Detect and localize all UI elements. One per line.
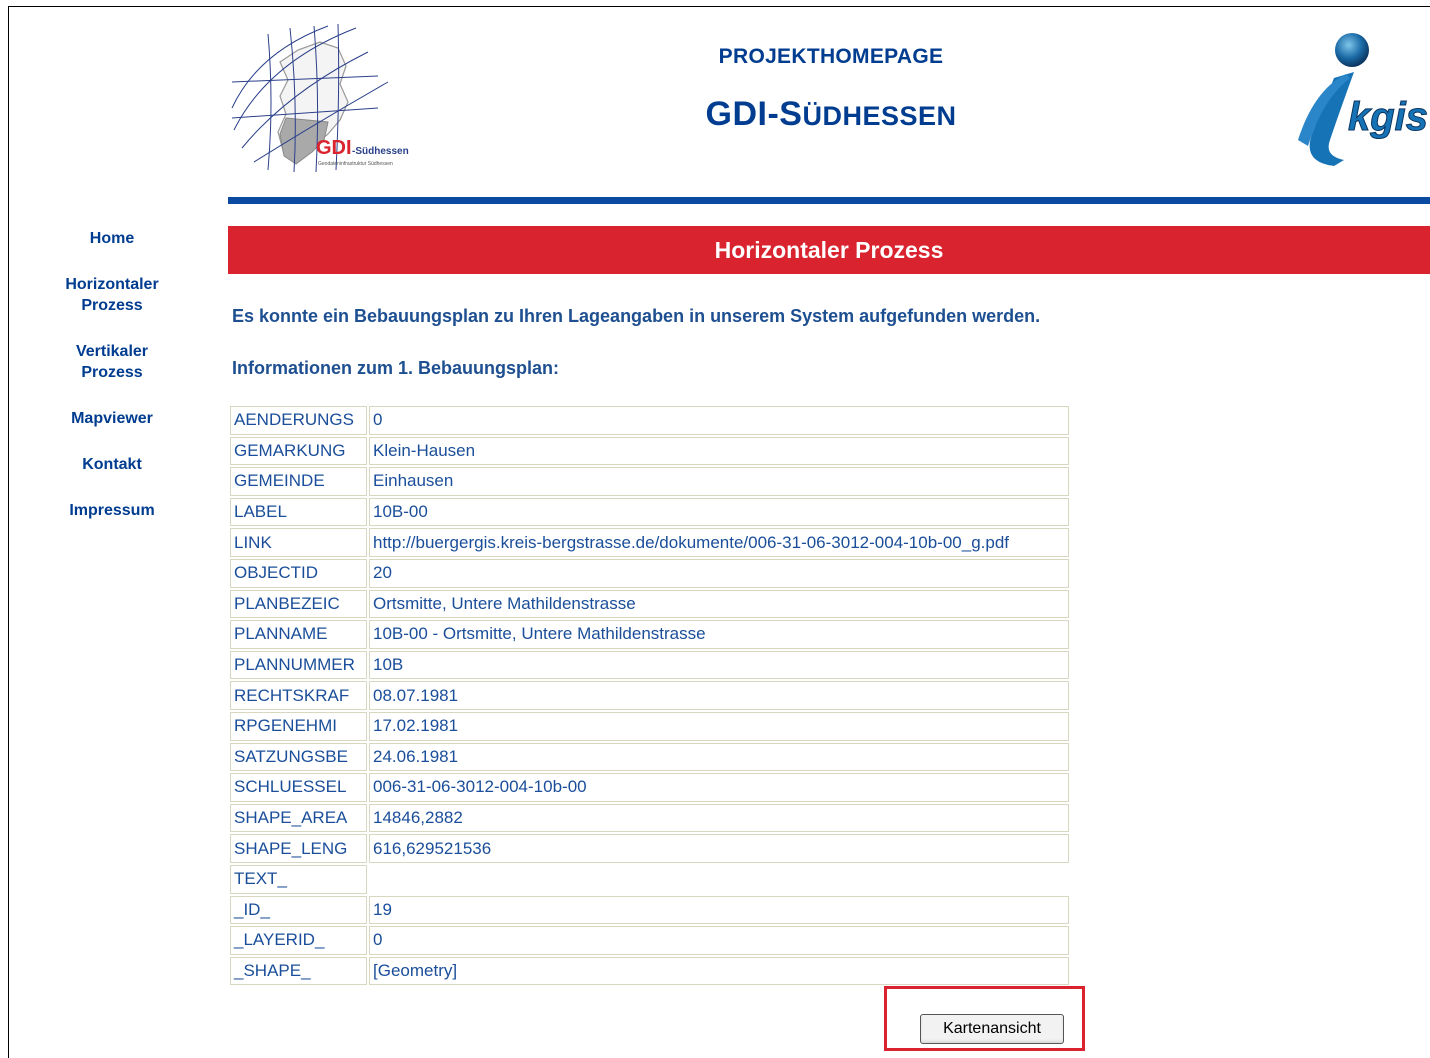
- table-row: _ID_ 19: [230, 895, 1069, 925]
- logo-tagline: Geodateninfrastruktur Südhessen: [318, 161, 393, 167]
- attribute-key: GEMEINDE: [230, 467, 367, 496]
- logo-suedhessen-text: -Südhessen: [352, 146, 409, 157]
- attribute-key: OBJECTID: [230, 558, 367, 588]
- attribute-value: 20: [369, 558, 1069, 588]
- nav-item-label: Home: [89, 230, 135, 247]
- logo-kgis-text: kgis: [1348, 95, 1428, 139]
- section-title: Horizontaler Prozess: [714, 236, 944, 263]
- attribute-value: 10B-00: [369, 497, 1069, 527]
- attribute-key: PLANNAME: [230, 620, 367, 649]
- table-row: PLANNAME 10B-00 - Ortsmitte, Untere Mathi…: [230, 620, 1069, 649]
- header-divider: [228, 197, 1430, 204]
- sidebar-nav: Home Horizontaler Prozess Vertikaler Pro…: [46, 228, 178, 546]
- table-row: TEXT_: [230, 864, 1069, 894]
- gdi-suedhessen-logo: GDI -Südhessen Geodateninfrastruktur Süd…: [228, 22, 434, 173]
- table-row: PLANBEZEIC Ortsmitte, Untere Mathildenstr…: [230, 589, 1069, 619]
- table-row: AENDERUNGS 0: [230, 406, 1069, 435]
- attribute-key: _SHAPE_: [230, 956, 367, 986]
- attribute-value: 10B: [369, 650, 1069, 680]
- attribute-key: SATZUNGSBE: [230, 742, 367, 772]
- table-row: SHAPE_AREA 14846,2882: [230, 803, 1069, 833]
- table-row: SHAPE_LENG 616,629521536: [230, 834, 1069, 863]
- table-row: OBJECTID 20: [230, 558, 1069, 588]
- attribute-value: 17.02.1981: [369, 711, 1069, 741]
- attribute-value: [369, 865, 1069, 894]
- nav-item-label: Kontakt: [82, 456, 142, 473]
- attribute-key: SHAPE_AREA: [230, 803, 367, 833]
- attribute-value: http://buergergis.kreis-bergstrasse.de/d…: [369, 528, 1069, 557]
- attribute-key: RPGENEHMI: [230, 711, 367, 741]
- attribute-key: TEXT_: [230, 864, 367, 894]
- attribute-key: PLANBEZEIC: [230, 589, 367, 619]
- nav-item-label: Impressum: [69, 502, 155, 519]
- table-row: _LAYERID_ 0: [230, 926, 1069, 955]
- attribute-value: Klein-Hausen: [369, 436, 1069, 466]
- table-row: GEMARKUNG Klein-Hausen: [230, 436, 1069, 466]
- table-row: RPGENEHMI 17.02.1981: [230, 711, 1069, 741]
- attribute-key: LABEL: [230, 497, 367, 527]
- result-message: Es konnte ein Bebauungsplan zu Ihren Lag…: [232, 306, 1041, 326]
- table-row: GEMEINDE Einhausen: [230, 467, 1069, 496]
- nav-item-label: Mapviewer: [71, 410, 153, 427]
- attribute-value: 10B-00 - Ortsmitte, Untere Mathildenstra…: [369, 620, 1069, 649]
- page-frame-top: [8, 6, 1430, 7]
- ikgis-logo: kgis: [1294, 30, 1430, 170]
- attribute-value: 19: [369, 895, 1069, 925]
- header-title-main: GDI-S: [705, 95, 803, 133]
- header-title: GDI-SÜDHESSEN: [600, 95, 1062, 134]
- nav-item-home[interactable]: Home: [46, 228, 178, 249]
- attribute-key: SCHLUESSEL: [230, 773, 367, 802]
- table-row: LINK http://buergergis.kreis-bergstrasse.…: [230, 528, 1069, 557]
- attribute-table: AENDERUNGS 0 GEMARKUNG Klein-Hausen GEMEINDE…: [228, 404, 1071, 987]
- attribute-value: 616,629521536: [369, 834, 1069, 863]
- page-frame-left: [8, 6, 9, 1058]
- globe-icon: [1335, 33, 1369, 67]
- attribute-value: 24.06.1981: [369, 742, 1069, 772]
- attribute-key: _LAYERID_: [230, 926, 367, 955]
- nav-item-horizontaler-prozess[interactable]: Horizontaler Prozess: [46, 274, 178, 316]
- attribute-key: LINK: [230, 528, 367, 557]
- nav-item-vertikaler-prozess[interactable]: Vertikaler Prozess: [46, 341, 178, 383]
- kartenansicht-button[interactable]: Kartenansicht: [920, 1014, 1064, 1044]
- table-row: PLANNUMMER 10B: [230, 650, 1069, 680]
- nav-item-label: Prozess: [81, 297, 143, 314]
- table-row: SCHLUESSEL 006-31-06-3012-004-10b-00: [230, 773, 1069, 802]
- attribute-key: GEMARKUNG: [230, 436, 367, 466]
- table-row: LABEL 10B-00: [230, 497, 1069, 527]
- attribute-value: 0: [369, 406, 1069, 435]
- attribute-key: SHAPE_LENG: [230, 834, 367, 863]
- attribute-value: Ortsmitte, Untere Mathildenstrasse: [369, 589, 1069, 619]
- nav-item-label: Horizontaler: [65, 276, 159, 293]
- attribute-value: 0: [369, 926, 1069, 955]
- header: PROJEKTHOMEPAGE GDI-SÜDHESSEN: [600, 45, 1062, 134]
- nav-item-mapviewer[interactable]: Mapviewer: [46, 408, 178, 429]
- info-heading: Informationen zum 1. Bebauungsplan:: [232, 358, 560, 378]
- table-row: SATZUNGSBE 24.06.1981: [230, 742, 1069, 772]
- attribute-value: Einhausen: [369, 467, 1069, 496]
- header-title-rest: ÜDHESSEN: [802, 101, 957, 131]
- nav-item-impressum[interactable]: Impressum: [46, 500, 178, 521]
- table-row: RECHTSKRAF 08.07.1981: [230, 681, 1069, 710]
- table-row: _SHAPE_ [Geometry]: [230, 956, 1069, 986]
- logo-gdi-text: GDI: [316, 137, 352, 159]
- section-title-bar: Horizontaler Prozess: [228, 226, 1430, 274]
- attribute-key: _ID_: [230, 895, 367, 925]
- attribute-value: 08.07.1981: [369, 681, 1069, 710]
- nav-item-label: Vertikaler: [75, 343, 149, 360]
- attribute-value: [Geometry]: [369, 956, 1069, 986]
- nav-item-kontakt[interactable]: Kontakt: [46, 454, 178, 475]
- attribute-key: AENDERUNGS: [230, 406, 367, 435]
- attribute-key: PLANNUMMER: [230, 650, 367, 680]
- attribute-value: 006-31-06-3012-004-10b-00: [369, 773, 1069, 802]
- attribute-key: RECHTSKRAF: [230, 681, 367, 710]
- nav-item-label: Prozess: [81, 364, 143, 381]
- header-subtitle: PROJEKTHOMEPAGE: [718, 45, 944, 68]
- attribute-value: 14846,2882: [369, 803, 1069, 833]
